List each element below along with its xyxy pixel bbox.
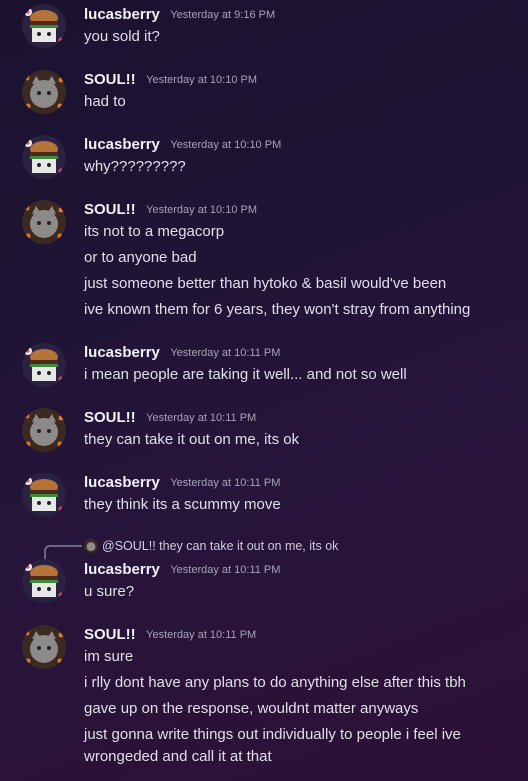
message-text: i rlly dont have any plans to do anythin… [84, 674, 466, 691]
timestamp: Yesterday at 10:11 PM [146, 629, 257, 641]
message-text: or to anyone bad [84, 249, 197, 266]
burger-avatar-icon[interactable] [22, 4, 66, 48]
message-text: im sure [84, 648, 134, 665]
author-name[interactable]: lucasberry [84, 561, 160, 578]
author-name[interactable]: SOUL!! [84, 201, 136, 218]
author-name[interactable]: SOUL!! [84, 409, 136, 426]
cat-avatar-icon[interactable] [22, 625, 66, 669]
message-text: just someone better than hytoko & basil … [84, 275, 447, 292]
chat-log: lucasberry Yesterday at 9:16 PM you sold… [0, 0, 528, 781]
message-text: wrongeded and call it at that [84, 748, 272, 765]
reply-text: they can take it out on me, its ok [159, 539, 339, 553]
author-name[interactable]: SOUL!! [84, 626, 136, 643]
timestamp: Yesterday at 10:10 PM [146, 204, 258, 216]
timestamp: Yesterday at 10:10 PM [146, 74, 258, 86]
timestamp: Yesterday at 10:11 PM [170, 347, 281, 359]
message-text: just gonna write things out individually… [84, 726, 461, 743]
author-name[interactable]: SOUL!! [84, 71, 136, 88]
cat-avatar-icon [84, 539, 98, 553]
reply-connector [44, 545, 82, 561]
author-name[interactable]: lucasberry [84, 6, 160, 23]
cat-avatar-icon[interactable] [22, 408, 66, 452]
burger-avatar-icon[interactable] [22, 473, 66, 517]
message-text: ive known them for 6 years, they won't s… [84, 301, 471, 318]
author-name[interactable]: lucasberry [84, 136, 160, 153]
message-text: gave up on the response, wouldnt matter … [84, 700, 419, 717]
cat-avatar-icon[interactable] [22, 200, 66, 244]
message-text: you sold it? [84, 28, 160, 45]
message-text: i mean people are taking it well... and … [84, 366, 407, 383]
author-name[interactable]: lucasberry [84, 474, 160, 491]
message-text: they think its a scummy move [84, 496, 281, 513]
message-text: u sure? [84, 583, 135, 600]
burger-avatar-icon[interactable] [22, 135, 66, 179]
timestamp: Yesterday at 10:11 PM [170, 564, 281, 576]
cat-avatar-icon[interactable] [22, 70, 66, 114]
reply-mention[interactable]: @SOUL!! [102, 539, 156, 553]
message-text: had to [84, 93, 126, 110]
timestamp: Yesterday at 10:11 PM [170, 477, 281, 489]
message-text: why????????? [84, 158, 186, 175]
timestamp: Yesterday at 10:11 PM [146, 412, 257, 424]
timestamp: Yesterday at 9:16 PM [170, 9, 276, 21]
burger-avatar-icon[interactable] [22, 343, 66, 387]
message-text: its not to a megacorp [84, 223, 225, 240]
timestamp: Yesterday at 10:10 PM [170, 139, 282, 151]
burger-avatar-icon[interactable] [22, 559, 66, 603]
message-text: they can take it out on me, its ok [84, 431, 300, 448]
reply-preview[interactable]: @SOUL!! they can take it out on me, its … [84, 539, 338, 553]
author-name[interactable]: lucasberry [84, 344, 160, 361]
